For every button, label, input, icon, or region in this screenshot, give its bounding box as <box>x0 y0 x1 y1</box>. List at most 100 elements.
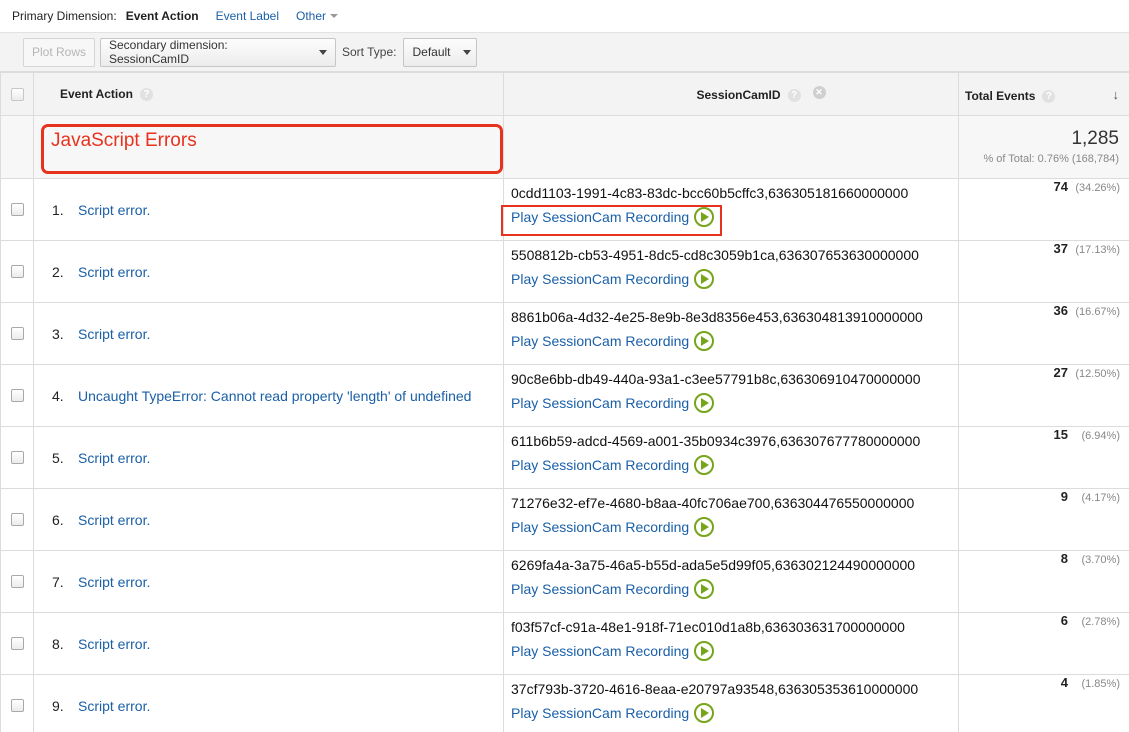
row-checkbox[interactable] <box>10 389 24 402</box>
row-checkbox[interactable] <box>10 513 24 526</box>
total-events-value: 9 <box>1060 489 1068 504</box>
event-action-link[interactable]: Script error. <box>78 264 150 280</box>
session-cam-id-cell: f03f57cf-c91a-48e1-918f-71ec010d1a8b,636… <box>503 612 959 675</box>
event-action-cell: 2. Script error. <box>33 240 504 303</box>
select-all-checkbox[interactable] <box>10 87 24 101</box>
row-checkbox-cell <box>0 364 34 427</box>
table-row: 9. Script error. 37cf793b-3720-4616-8eaa-e… <box>0 674 1129 732</box>
play-recording-link[interactable]: Play SessionCam Recording <box>511 455 958 475</box>
row-number: 1. <box>52 201 64 218</box>
sort-type-select[interactable]: Default <box>403 37 478 67</box>
row-checkbox[interactable] <box>10 575 24 588</box>
play-icon[interactable] <box>694 579 715 599</box>
play-icon[interactable] <box>694 393 715 413</box>
total-events-cell: 74 (34.26%) <box>958 178 1129 241</box>
play-recording-link[interactable]: Play SessionCam Recording <box>511 703 958 723</box>
play-icon[interactable] <box>694 517 715 537</box>
row-checkbox[interactable] <box>10 203 24 216</box>
summary-label-cell: JavaScript Errors <box>33 115 504 179</box>
row-checkbox-cell <box>0 426 34 489</box>
session-cam-id-cell: 6269fa4a-3a75-46a5-b55d-ada5e5d99f05,636… <box>503 550 959 613</box>
session-cam-id-value: 8861b06a-4d32-4e25-8e9b-8e3d8356e453,636… <box>511 309 923 325</box>
event-action-link[interactable]: Script error. <box>78 326 150 342</box>
summary-row: JavaScript Errors 1,285 % of Total: 0.76… <box>0 115 1129 179</box>
sort-type-label: Sort Type: <box>342 45 397 59</box>
event-action-link[interactable]: Script error. <box>78 636 150 652</box>
primary-dimension-event-action[interactable]: Event Action <box>126 9 199 23</box>
sort-descending-icon[interactable]: ↓ <box>1113 87 1120 102</box>
play-recording-link[interactable]: Play SessionCam Recording <box>511 641 958 661</box>
total-events-value: 8 <box>1060 551 1068 566</box>
table-toolbar: Plot Rows Secondary dimension: SessionCa… <box>0 32 1129 72</box>
event-action-link[interactable]: Script error. <box>78 202 150 218</box>
secondary-dimension-select[interactable]: Secondary dimension: SessionCamID <box>100 37 336 67</box>
play-recording-link[interactable]: Play SessionCam Recording <box>511 517 958 537</box>
total-events-pct: (12.50%) <box>1075 368 1120 380</box>
header-event-action[interactable]: Event Action? <box>33 72 504 116</box>
header-session-cam-id[interactable]: SessionCamID? ✕ <box>503 72 959 116</box>
help-icon[interactable]: ? <box>787 89 801 102</box>
header-total-events-label: Total Events <box>965 89 1036 103</box>
remove-dimension-icon[interactable]: ✕ <box>812 86 826 99</box>
total-events-pct: (2.78%) <box>1081 616 1120 628</box>
row-number: 7. <box>52 573 64 590</box>
plot-rows-button[interactable]: Plot Rows <box>23 37 95 67</box>
row-number: 9. <box>52 697 64 714</box>
event-action-link[interactable]: Script error. <box>78 698 150 714</box>
total-events-cell: 9 (4.17%) <box>958 488 1129 551</box>
header-checkbox-cell <box>0 72 34 116</box>
row-checkbox-cell <box>0 612 34 675</box>
primary-dimension-other[interactable]: Other <box>296 9 339 23</box>
play-icon[interactable] <box>694 207 715 227</box>
row-checkbox[interactable] <box>10 327 24 340</box>
play-recording-link[interactable]: Play SessionCam Recording <box>511 207 958 227</box>
session-cam-id-value: 5508812b-cb53-4951-8dc5-cd8c3059b1ca,636… <box>511 247 919 263</box>
table-row: 6. Script error. 71276e32-ef7e-4680-b8aa-4… <box>0 488 1129 551</box>
header-total-events[interactable]: Total Events? ↓ <box>958 72 1129 116</box>
total-events-cell: 36 (16.67%) <box>958 302 1129 365</box>
play-recording-label: Play SessionCam Recording <box>511 209 690 225</box>
play-icon[interactable] <box>694 331 715 351</box>
session-cam-id-value: 0cdd1103-1991-4c83-83dc-bcc60b5cffc3,636… <box>511 185 909 201</box>
session-cam-id-value: f03f57cf-c91a-48e1-918f-71ec010d1a8b,636… <box>511 619 905 635</box>
play-icon[interactable] <box>694 269 715 289</box>
total-events-value: 15 <box>1053 427 1068 442</box>
session-cam-id-cell: 71276e32-ef7e-4680-b8aa-40fc706ae700,636… <box>503 488 959 551</box>
play-icon[interactable] <box>694 641 715 661</box>
session-cam-id-value: 6269fa4a-3a75-46a5-b55d-ada5e5d99f05,636… <box>511 557 916 573</box>
play-icon[interactable] <box>694 455 715 475</box>
help-icon[interactable]: ? <box>1042 90 1056 103</box>
event-action-cell: 9. Script error. <box>33 674 504 732</box>
event-action-cell: 8. Script error. <box>33 612 504 675</box>
dropdown-arrow-icon <box>462 49 471 55</box>
help-icon[interactable]: ? <box>139 88 153 101</box>
row-checkbox[interactable] <box>10 699 24 712</box>
play-recording-link[interactable]: Play SessionCam Recording <box>511 269 958 289</box>
row-checkbox-cell <box>0 674 34 732</box>
play-recording-link[interactable]: Play SessionCam Recording <box>511 579 958 599</box>
primary-dimension-bar: Primary Dimension: Event Action Event La… <box>0 0 1129 32</box>
play-recording-link[interactable]: Play SessionCam Recording <box>511 393 958 413</box>
header-session-cam-id-label: SessionCamID <box>696 88 781 102</box>
primary-dimension-event-label[interactable]: Event Label <box>216 9 279 23</box>
event-action-link[interactable]: Uncaught TypeError: Cannot read property… <box>78 388 471 404</box>
total-events-pct: (1.85%) <box>1081 678 1120 690</box>
event-action-cell: 7. Script error. <box>33 550 504 613</box>
row-checkbox-cell <box>0 178 34 241</box>
summary-pct-of-total: % of Total: 0.76% (168,784) <box>983 153 1119 165</box>
play-recording-label: Play SessionCam Recording <box>511 271 690 287</box>
session-cam-id-cell: 611b6b59-adcd-4569-a001-35b0934c3976,636… <box>503 426 959 489</box>
play-recording-label: Play SessionCam Recording <box>511 643 690 659</box>
event-action-link[interactable]: Script error. <box>78 512 150 528</box>
play-recording-link[interactable]: Play SessionCam Recording <box>511 331 958 351</box>
session-cam-id-cell: 0cdd1103-1991-4c83-83dc-bcc60b5cffc3,636… <box>501 178 959 241</box>
row-checkbox[interactable] <box>10 637 24 650</box>
event-action-link[interactable]: Script error. <box>78 574 150 590</box>
event-action-link[interactable]: Script error. <box>78 450 150 466</box>
table-row: 8. Script error. f03f57cf-c91a-48e1-918f-7… <box>0 612 1129 675</box>
total-events-cell: 4 (1.85%) <box>958 674 1129 732</box>
play-icon[interactable] <box>694 703 715 723</box>
row-checkbox[interactable] <box>10 265 24 278</box>
row-checkbox[interactable] <box>10 451 24 464</box>
total-events-cell: 6 (2.78%) <box>958 612 1129 675</box>
